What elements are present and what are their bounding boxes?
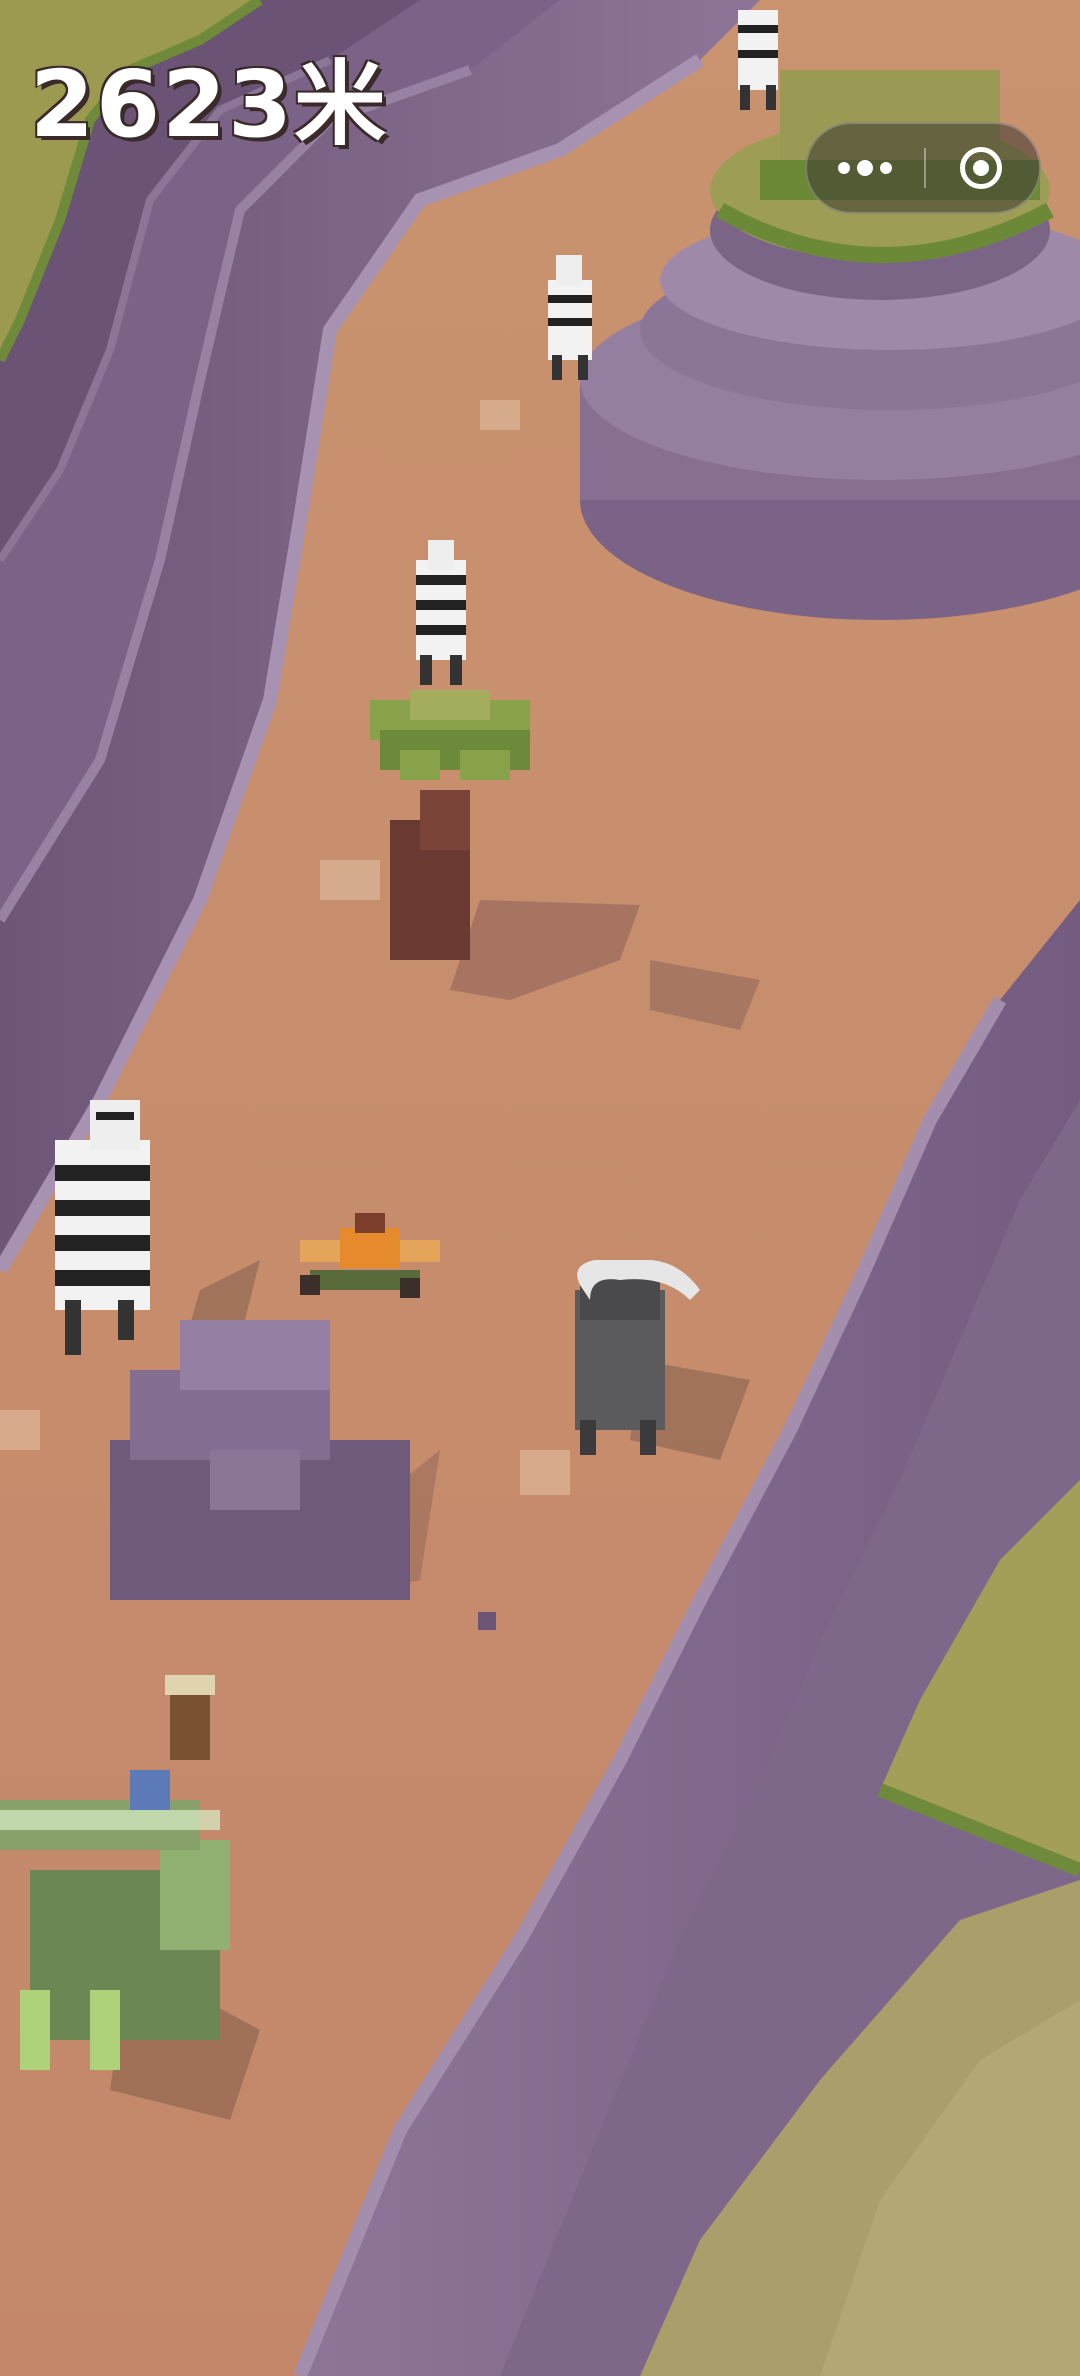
more-dots-icon [838,160,892,176]
mini-program-capsule [805,122,1041,214]
target-circle-icon [960,147,1002,189]
distance-counter: 2623米 [30,51,389,158]
game-scene[interactable] [0,0,1080,2376]
more-button[interactable] [807,124,923,212]
small-block [478,1612,496,1630]
close-button[interactable] [923,124,1039,212]
